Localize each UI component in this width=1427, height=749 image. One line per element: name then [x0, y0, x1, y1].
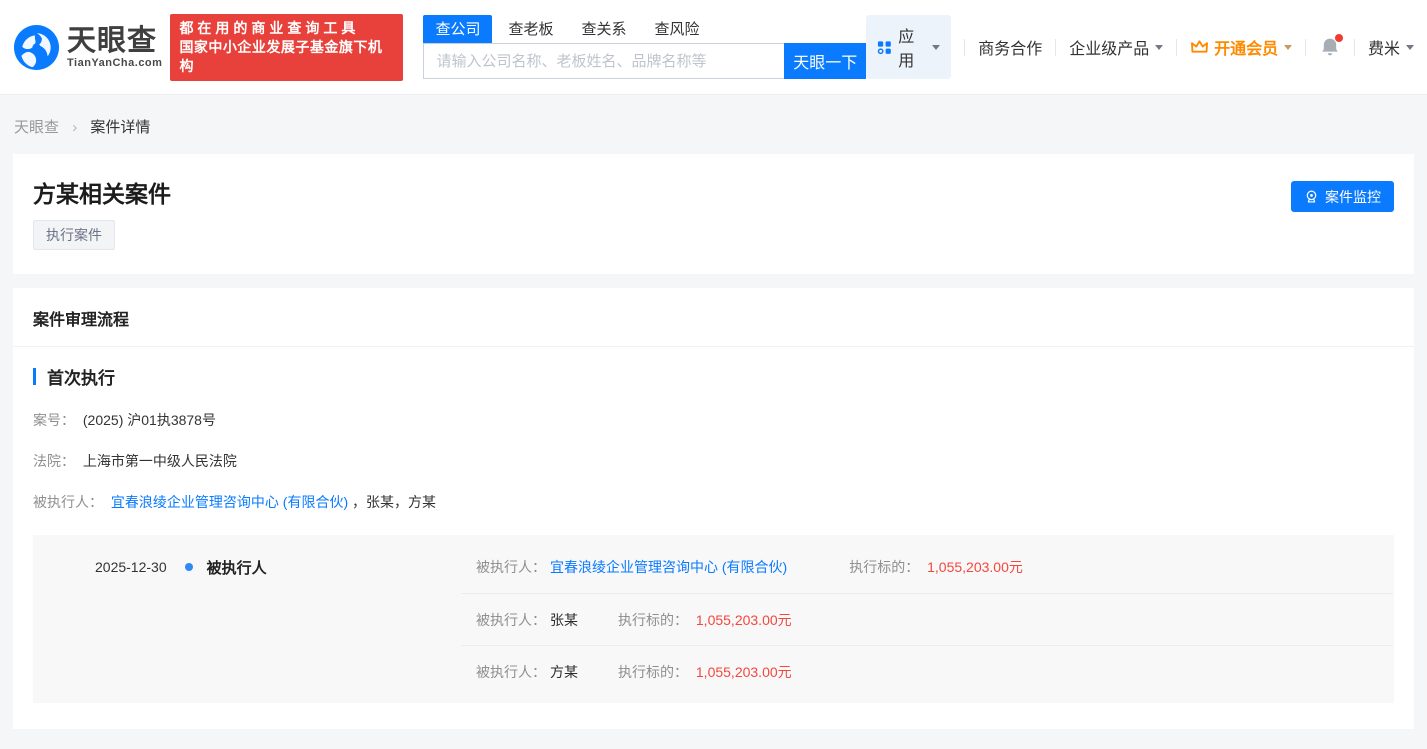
case-process-card: 案件审理流程 首次执行 案号： (2025) 沪01执3878号 法院： 上海市…: [13, 288, 1414, 729]
field-court: 法院： 上海市第一中级人民法院: [33, 451, 1394, 471]
search-module: 查公司 查老板 查关系 查风险 天眼一下: [423, 15, 866, 79]
tab-search-boss[interactable]: 查老板: [496, 15, 565, 43]
nav-divider: [964, 39, 965, 56]
field-case-number: 案号： (2025) 沪01执3878号: [33, 410, 1394, 430]
page-title: 方某相关案件: [33, 181, 171, 207]
brand-name: 天眼查: [67, 26, 162, 56]
tab-search-relation[interactable]: 查关系: [569, 15, 638, 43]
crown-icon: [1190, 39, 1209, 55]
slogan-line-1: 都在用的商业查询工具: [179, 19, 394, 38]
tab-search-company[interactable]: 查公司: [423, 15, 492, 43]
execution-amount: 1,055,203.00元: [696, 612, 792, 628]
search-button[interactable]: 天眼一下: [784, 43, 866, 79]
nav-divider: [1354, 39, 1355, 56]
table-row: 被执行人： 张某 执行标的： 1,055,203.00元: [461, 593, 1393, 645]
breadcrumb-separator: ›: [72, 119, 77, 136]
notification-dot: [1335, 34, 1343, 42]
nav-business-cooperation[interactable]: 商务合作: [978, 35, 1042, 59]
tianyancha-logo[interactable]: 天眼查 TianYanCha.com: [13, 24, 162, 71]
case-title-card: 方某相关案件 执行案件 案件监控: [13, 154, 1414, 274]
timeline-block: 2025-12-30 被执行人 被执行人： 宜春浪绫企业管理咨询中心 (有限合伙…: [33, 535, 1394, 703]
chevron-down-icon: [932, 45, 940, 50]
notification-bell-icon[interactable]: [1319, 36, 1341, 58]
executed-company-link[interactable]: 宜春浪绫企业管理咨询中心 (有限合伙): [111, 494, 348, 510]
timeline-dot-icon: [185, 563, 193, 571]
field-executed-persons: 被执行人： 宜春浪绫企业管理咨询中心 (有限合伙) ，张某，方某: [33, 492, 1394, 512]
chevron-down-icon: [1406, 45, 1414, 50]
nav-enterprise-products[interactable]: 企业级产品: [1069, 35, 1163, 59]
top-nav: 应用 商务合作 企业级产品 开通会员 费米: [866, 15, 1414, 79]
executed-company-link[interactable]: 宜春浪绫企业管理咨询中心 (有限合伙): [550, 557, 787, 577]
breadcrumb-current: 案件详情: [90, 119, 150, 136]
monitor-camera-icon: [1304, 189, 1319, 204]
breadcrumb-home[interactable]: 天眼查: [14, 119, 59, 136]
timeline-date: 2025-12-30: [95, 559, 167, 575]
nav-divider: [1176, 39, 1177, 56]
nav-apps-button[interactable]: 应用: [866, 15, 951, 79]
executed-person-name: 张某: [550, 610, 578, 630]
nav-user-menu[interactable]: 费米: [1368, 35, 1414, 59]
brand-domain: TianYanCha.com: [67, 57, 162, 69]
nav-apps-label: 应用: [898, 23, 926, 71]
footer: 信息来源于网络公开数据，天眼查不保证内容的真实性、准确性，请你使用信息前自行进一…: [0, 729, 1427, 749]
section-title: 案件审理流程: [13, 288, 1414, 347]
nav-open-membership[interactable]: 开通会员: [1190, 35, 1292, 59]
execution-amount: 1,055,203.00元: [696, 664, 792, 680]
top-header: 天眼查 TianYanCha.com 都在用的商业查询工具 国家中小企业发展子基…: [0, 0, 1427, 95]
table-row: 被执行人： 宜春浪绫企业管理咨询中心 (有限合伙) 执行标的： 1,055,20…: [461, 541, 1393, 593]
stage-title: 首次执行: [33, 364, 1394, 389]
nav-divider: [1055, 39, 1056, 56]
table-row: 被执行人： 方某 执行标的： 1,055,203.00元: [461, 645, 1393, 697]
breadcrumb: 天眼查 › 案件详情: [0, 95, 1427, 154]
execution-amount: 1,055,203.00元: [927, 559, 1023, 575]
case-type-tag: 执行案件: [33, 220, 115, 250]
executed-person-rows: 被执行人： 宜春浪绫企业管理咨询中心 (有限合伙) 执行标的： 1,055,20…: [461, 541, 1393, 697]
tab-search-risk[interactable]: 查风险: [642, 15, 711, 43]
timeline-event-label: 被执行人: [207, 557, 267, 578]
timeline-event: 2025-12-30 被执行人: [33, 541, 461, 593]
stage-accent-bar: [33, 368, 36, 385]
case-monitor-button[interactable]: 案件监控: [1291, 181, 1394, 212]
slogan-line-2: 国家中小企业发展子基金旗下机构: [179, 38, 394, 76]
tianyancha-logo-icon: [13, 24, 60, 71]
chevron-down-icon: [1284, 45, 1292, 50]
chevron-down-icon: [1155, 45, 1163, 50]
executed-person-name: 方某: [550, 662, 578, 682]
apps-grid-icon: [877, 39, 892, 56]
nav-divider: [1305, 39, 1306, 56]
search-tabs: 查公司 查老板 查关系 查风险: [423, 15, 866, 43]
search-input[interactable]: [423, 43, 784, 79]
slogan-badge: 都在用的商业查询工具 国家中小企业发展子基金旗下机构: [170, 14, 403, 81]
username: 费米: [1368, 35, 1400, 59]
